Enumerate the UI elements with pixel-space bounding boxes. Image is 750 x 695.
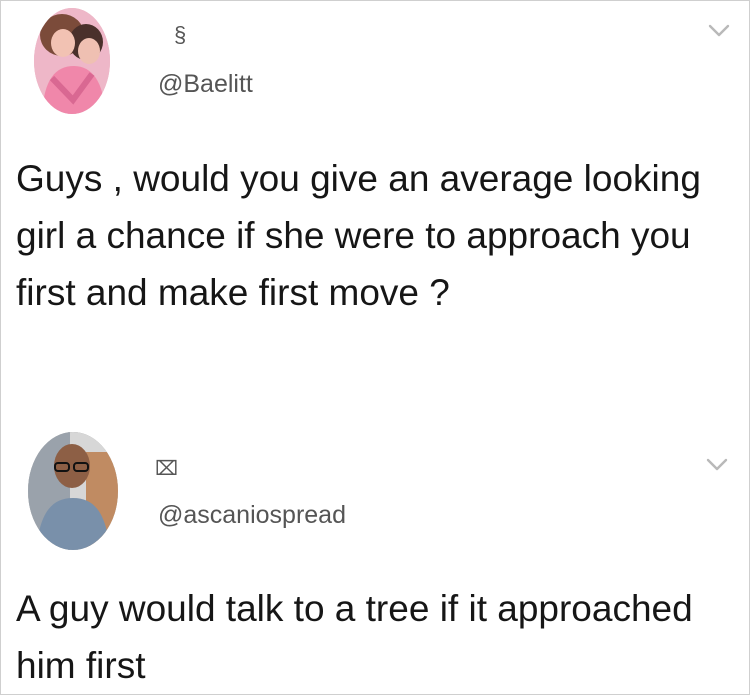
profile-photo-icon [28, 432, 118, 550]
tweet-card-2[interactable]: ⌧ @ascaniospread A guy would talk to a t… [0, 410, 750, 695]
chevron-down-icon[interactable] [706, 458, 728, 472]
username-handle-2[interactable]: @ascaniospread [158, 501, 346, 530]
avatar-baelitt[interactable] [34, 8, 110, 114]
chevron-down-icon[interactable] [708, 24, 730, 38]
profile-photo-icon [34, 8, 110, 114]
tweet-text-2: A guy would talk to a tree if it approac… [16, 588, 693, 686]
display-name-2: ⌧ [155, 456, 179, 480]
tweet-text-1: Guys , would you give an average looking… [16, 158, 701, 313]
tweet-card-1[interactable]: § @Baelitt Guys , would you give an aver… [0, 0, 750, 410]
avatar-ascaniospread[interactable] [28, 432, 118, 550]
display-name-1: § [174, 22, 187, 47]
username-handle-1[interactable]: @Baelitt [158, 70, 253, 99]
